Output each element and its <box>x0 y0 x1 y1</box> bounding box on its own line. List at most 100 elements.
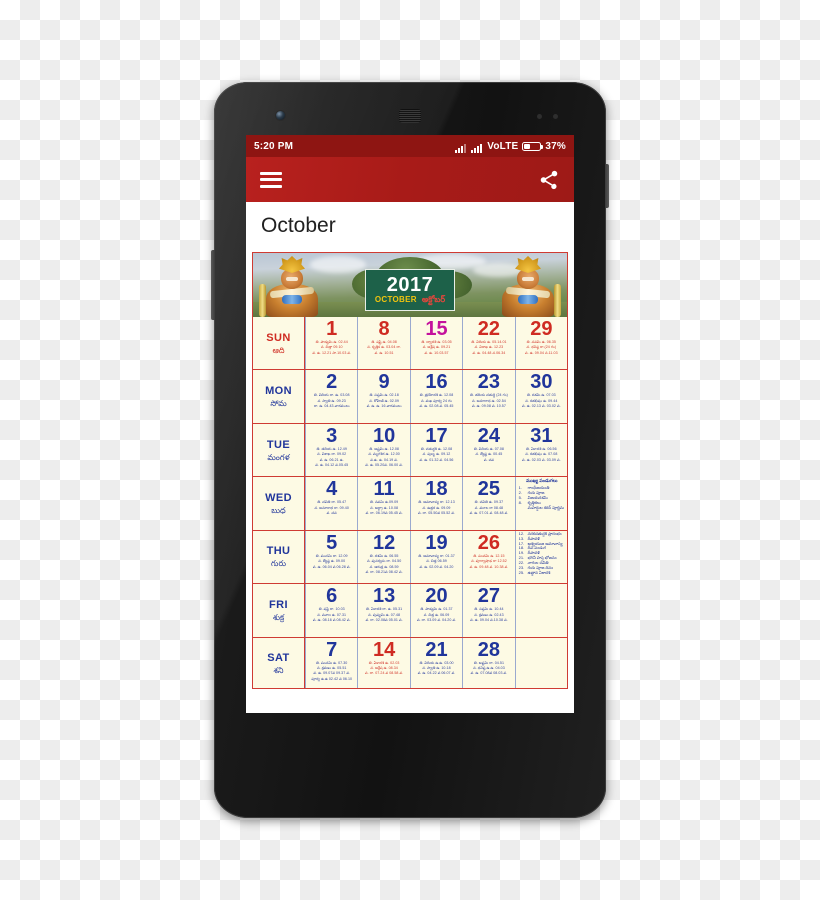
date-cell[interactable]: 24 తి. విదియ ఉ. 07.08 న. జ్యేష్ఠ ఉ. 00.45 వ… <box>462 423 514 477</box>
day-telugu: మంగళ <box>267 452 290 462</box>
panchang-details: తి. పంచమి ఉ. 12.15 న. పూర్వాషాఢ రా 12.52 వ… <box>464 554 513 569</box>
date-number: 6 <box>326 585 338 608</box>
date-number: 30 <box>530 371 553 394</box>
battery-percent-label: 37% <box>545 140 566 152</box>
panchang-details: తి. తదియ చతుర్థి (24 గం) న. అనూరాధ ఉ. 02.… <box>464 393 513 408</box>
earpiece-speaker-icon <box>399 109 421 123</box>
date-cell[interactable]: 7 తి. పంచమి ఉ. 07.30 న. శ్రవణం ఉ. 05.51 వ. … <box>305 637 357 688</box>
date-cell[interactable]: 11 తి. నవమి ఉ.09.09 న. ఆర్ద్రా ఉ. 10.08 వ. … <box>357 477 409 530</box>
date-cell[interactable]: 16 తి. త్రయోదశి ఉ. 12.08 న. మఖ పూర్వ 24 గం… <box>409 370 462 423</box>
date-cell[interactable]: 23 తి. తదియ చతుర్థి (24 గం) న. అనూరాధ ఉ. 0… <box>462 370 514 423</box>
panchang-line: తి. పంచమి ఉ. 12.15 <box>473 553 505 558</box>
date-cell[interactable]: 2 తి. విదియ రా. ఉ. 03.08 న. స్వాతి ఉ. 09.2… <box>305 370 357 423</box>
panchang-line: వ. ఉ. 10.03.57 <box>424 350 449 355</box>
panchang-details: తి. అష్టమి రా. 04.51 న. ధనిష్ఠ ఉ.ఉ. 04.03… <box>464 661 513 676</box>
panchang-details: తి. నవమి ఉ. 06.35 న. ధనిష్ఠ రా.(24 గం) వ. … <box>517 340 566 355</box>
status-bar-time: 5:20 PM <box>254 140 294 152</box>
date-cell[interactable]: 26 తి. పంచమి ఉ. 12.15 న. పూర్వాషాఢ రా 12.5… <box>462 530 514 584</box>
date-cell[interactable]: 14 తి. ఏకాదశి ఉ. 02.03 న. ఆశ్లేష ఉ. 08.34 వ… <box>357 637 409 688</box>
panchang-line: వ. ఉ. 06.21 ఉ. <box>319 457 344 462</box>
date-cell[interactable]: 31 తి. ఏకాదశి ఉ. 06.56 న. శతభిషం ఉ. 07.08 వ… <box>514 423 567 477</box>
festival-list-cell-bottom: 12. నరకచతుర్దశి ప్రారంభం 13. దీపావళి 17. ఆశ్వ… <box>514 530 567 584</box>
panchang-line: తి. పంచమి ఉ. 07.30 <box>316 660 348 665</box>
panchang-line: వ. చవ <box>326 511 337 516</box>
date-cell[interactable]: 12 తి. దశమి ఉ. 06.55 న. పునర్వసు రా. 04.50… <box>357 530 409 584</box>
panchang-line: వ. ఉ. 04.12 వ.05.45 <box>315 463 349 468</box>
date-number: 8 <box>378 318 390 340</box>
date-cell[interactable]: 17 తి. చతుర్దశి ఉ. 12.08 న. పుబ్బ ఉ. 09.12… <box>409 423 462 477</box>
day-label-thu: THU గురు <box>253 530 305 584</box>
date-cell[interactable]: 9 తి. సప్తమి ఉ. 02.18 న. రోహిణి ఉ. 02.09 వ.… <box>357 370 409 423</box>
panchang-line: న. శతభిషం ఉ. 07.08 <box>525 452 558 457</box>
volume-rocker-button[interactable] <box>211 250 215 320</box>
panchang-details: తి. చవితి ఉ. 09.37 న. మూల రా 08.48 వ. ఉ. 0… <box>464 500 513 515</box>
date-cell[interactable]: 15 తి. ద్వాదశి ఉ. 03.05 న. అశ్లేష ఉ. 09.21… <box>409 317 462 370</box>
festival-list: 12. నరకచతుర్దశి ప్రారంభం 13. దీపావళి 17. ఆశ్వ… <box>516 531 567 583</box>
panchang-line: న. మఖ పూర్వ 24 గం <box>420 398 453 403</box>
date-cell[interactable]: 29 తి. నవమి ఉ. 06.35 న. ధనిష్ఠ రా.(24 గం) వ… <box>514 317 567 370</box>
panchang-line: వ. రా. 03.09 వ. 04.20 వ. <box>416 617 457 622</box>
panchang-line: న. పూర్వాషాఢ రా 12.52 <box>471 559 507 564</box>
date-cell[interactable]: 6 తి. షష్ఠి రా. 10.03 న. మూల ఉ. 07.31 వ. ఉ.… <box>305 584 357 637</box>
share-icon[interactable] <box>538 169 560 191</box>
panchang-line: పూర్వ ఉ.ఉ 02.42 వ 06.10 <box>311 676 353 681</box>
panchang-line: తి. ఏకాదశి ఉ. 02.03 <box>368 660 400 665</box>
date-cell[interactable]: 5 తి. పంచమి రా. 12.09 న. జ్యేష్ఠ ఉ. 09.00 వ… <box>305 530 357 584</box>
panchang-line: వ. ఉ. 02.03 వ. 03.09 వ. <box>522 457 561 462</box>
hamburger-menu-icon[interactable] <box>260 171 282 188</box>
panchang-details: తి. సప్తమి ఉ. 10.44 న. శ్రవణం ఉ. 02.43 వ. … <box>464 607 513 622</box>
app-bar <box>246 157 574 202</box>
calendar-sheet: 2017 OCTOBER అక్టోబర్ SUN ఆది 1 తి. పాడ్యమి… <box>252 252 568 689</box>
date-cell[interactable]: 8 తి. షష్టి ఉ. 04.08 న. కృత్తిక ఉ. 03.04 ర… <box>357 317 409 370</box>
date-cell[interactable]: 28 తి. అష్టమి రా. 04.51 న. ధనిష్ఠ ఉ.ఉ. 04.… <box>462 637 514 688</box>
date-cell[interactable]: 10 తి. అష్టమి ఉ. 12.08 న. మృగశిర ఉ. 12.00 వ… <box>357 423 409 477</box>
day-telugu: గురు <box>271 559 286 569</box>
date-number: 3 <box>326 424 338 447</box>
date-cell[interactable]: 20 తి. పాడ్యమి ఉ. 01.37 న. చిత్త ఉ. 06.09 వ… <box>409 584 462 637</box>
panchang-line: న. స్వాతి ఉ. 09.23 <box>317 398 346 403</box>
festival-item: 25. ఉత్థాన ఏకాదశి <box>518 569 551 575</box>
date-cell[interactable]: 30 తి. దశమి ఉ. 07.03 న. శతభిషం ఉ. 09.44 వ. … <box>514 370 567 423</box>
panchang-details: తి. పంచమి రా. 12.09 న. జ్యేష్ఠ ఉ. 09.00 వ.… <box>307 554 356 569</box>
day-label-wed: WED బుధ <box>253 477 305 530</box>
date-cell[interactable]: 3 తి. తదియ ఉ. 12.49 న. విశాఖ రా. 09.02 వ. ఉ… <box>305 423 357 477</box>
date-number: 7 <box>326 638 338 661</box>
panchang-line: న. పుష్యమి ఉ. 07.48 <box>368 612 401 617</box>
day-abbr: MON <box>265 385 292 398</box>
panchang-line: తి. పాడ్యమి ఉ. 01.37 <box>420 607 453 612</box>
date-cell[interactable]: 27 తి. సప్తమి ఉ. 10.44 న. శ్రవణం ఉ. 02.43 వ… <box>462 584 514 637</box>
panchang-line: తి. షష్ఠి రా. 10.03 <box>318 607 345 612</box>
day-label-sat: SAT శని <box>253 637 305 688</box>
panchang-line: తి. అమావాస్య రా. 01.37 <box>418 553 455 558</box>
calendar-grid: SUN ఆది 1 తి. పాడ్యమి ఉ. 02.44 న. చిత్తా 09.… <box>253 317 567 688</box>
panchang-details: తి. సప్తమి ఉ. 02.18 న. రోహిణి ఉ. 02.09 వ. … <box>359 393 408 408</box>
panchang-line: వ. ఉ. 04.48 న.06.34 <box>472 350 506 355</box>
panchang-line: తి. నవమి ఉ. 06.35 <box>526 340 556 344</box>
date-cell[interactable]: 13 తి. ఏకాదశి రా. ఉ. 05.31 న. పుష్యమి ఉ. 0… <box>357 584 409 637</box>
date-cell[interactable]: 22 తి. విదియ ఉ. 05.14.01 న. విశాఖ ఉ. 12.23… <box>462 317 514 370</box>
panchang-line: న. శ్రవణం ఉ. 05.51 <box>316 665 347 670</box>
status-bar-indicators: VoLTE 37% <box>455 140 566 153</box>
date-cell[interactable]: 1 తి. పాడ్యమి ఉ. 02.44 న. చిత్తా 09.10 వ. ఉ… <box>305 317 357 370</box>
date-cell[interactable]: 4 తి. చవితి రా. 05.47 న. అనూరాధ రా. 09.40 వ… <box>305 477 357 530</box>
date-cell[interactable]: 18 తి. అమావాస్య రా. 12.13 న. ఉత్తర ఉ. 09.0… <box>409 477 462 530</box>
panchang-line: వ. రా. 07.24 వ 08.58 వ. <box>365 671 404 676</box>
date-number: 10 <box>372 424 396 447</box>
front-camera-icon <box>276 111 285 120</box>
date-cell[interactable]: 25 తి. చవితి ఉ. 09.37 న. మూల రా 08.48 వ. ఉ.… <box>462 477 514 530</box>
status-bar: 5:20 PM VoLTE 37% <box>246 135 574 157</box>
date-cell[interactable]: 19 తి. అమావాస్య రా. 01.37 న. చిత్త 06.59 వ.… <box>409 530 462 584</box>
panchang-line: న. కృత్తిక ఉ. 03.04 రా. <box>367 345 401 350</box>
panchang-line: తి. దశమి ఉ. 07.03 <box>526 393 556 398</box>
panchang-line: తి. అమావాస్య రా. 12.13 <box>418 500 455 505</box>
panchang-details: తి. షష్టి ఉ. 04.08 న. కృత్తిక ఉ. 03.04 రా… <box>359 340 408 355</box>
panchang-details: తి. చవితి రా. 05.47 న. అనూరాధ రా. 09.40 వ.… <box>307 500 356 515</box>
panchang-line: న. పుబ్బ ఉ. 09.12 <box>422 452 451 457</box>
panchang-line: న. చిత్త 06.59 <box>426 559 447 564</box>
power-button[interactable] <box>605 164 609 208</box>
banner-month-english: OCTOBER <box>374 294 417 304</box>
signal-bars-icon-2 <box>471 142 483 153</box>
panchang-line: వ. ఉ. 09.07వ 09.37 వ. <box>313 671 350 676</box>
date-cell[interactable]: 21 తి. విదియ ఉ.ఉ. 03.00 న. స్వాతి ఉ. 10.18… <box>409 637 462 688</box>
panchang-line: న. అశ్లేష ఉ. 09.21 <box>422 345 451 350</box>
